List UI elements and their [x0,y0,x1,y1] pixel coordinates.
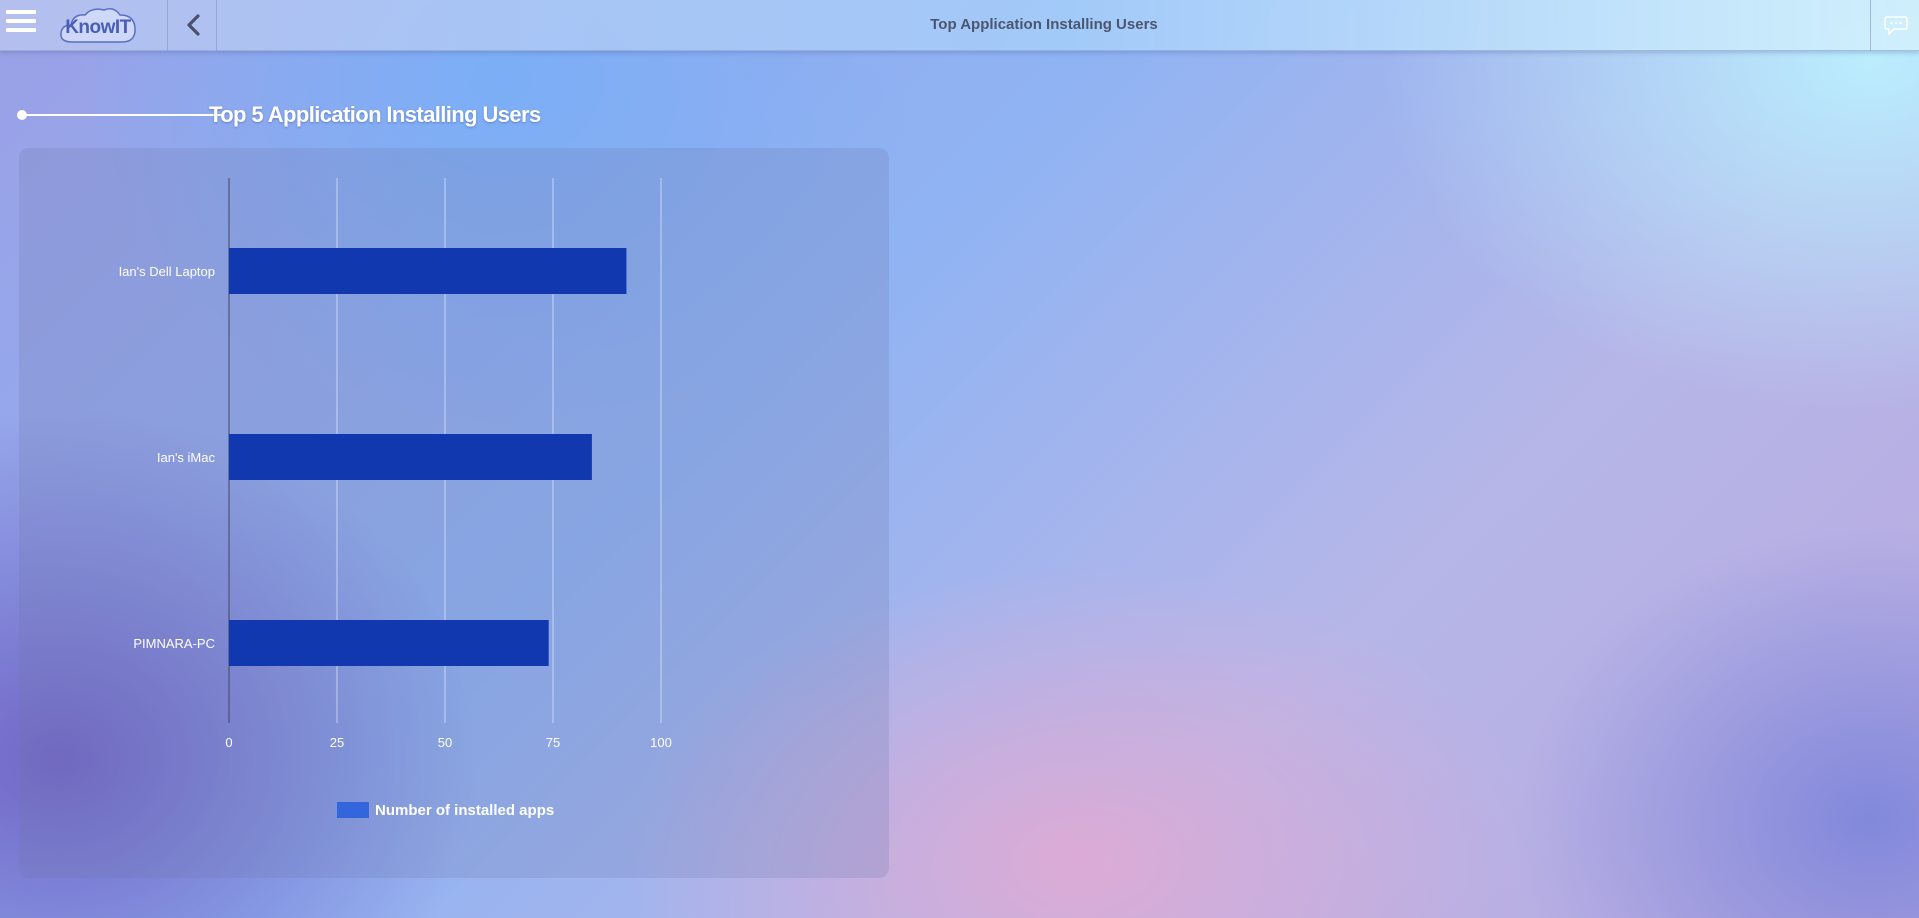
bar-chart: 0 25 50 75 100 Ian's Dell Laptop Ian's iMac PIM… [119,178,672,819]
page-title: Top Application Installing Users [930,16,1158,33]
x-tick-label: 0 [225,735,232,750]
back-button[interactable] [167,0,217,51]
chat-bubble-icon [1884,16,1908,35]
cloud-logo-icon[interactable]: KnowIT [58,6,138,46]
hamburger-menu-icon[interactable] [6,10,38,40]
category-label: Ian's iMac [157,450,216,465]
chart-panel: 0 25 50 75 100 Ian's Dell Laptop Ian's iMac PIM… [19,148,889,878]
legend-label[interactable]: Number of installed apps [375,802,554,819]
bar-2[interactable] [229,620,549,666]
bar-1[interactable] [229,434,592,480]
legend-layer: Number of installed apps [337,802,554,819]
chat-button[interactable] [1870,0,1919,51]
x-tick-label: 75 [546,735,560,750]
label-layer: 0 25 50 75 100 Ian's Dell Laptop Ian's iMac PIM… [119,264,672,750]
logo-text: KnowIT [65,17,131,38]
category-label: Ian's Dell Laptop [119,264,215,279]
x-tick-label: 100 [650,735,672,750]
section-title: Top 5 Application Installing Users [209,102,541,127]
category-label: PIMNARA-PC [133,636,215,651]
bar-0[interactable] [229,248,627,294]
legend-swatch[interactable] [337,802,369,818]
heading-line [25,114,222,116]
x-tick-label: 25 [330,735,344,750]
bar-layer [229,248,627,666]
chevron-left-icon [187,14,200,36]
top-bar: KnowIT Top Application Installing Users [0,0,1919,51]
x-tick-label: 50 [438,735,452,750]
